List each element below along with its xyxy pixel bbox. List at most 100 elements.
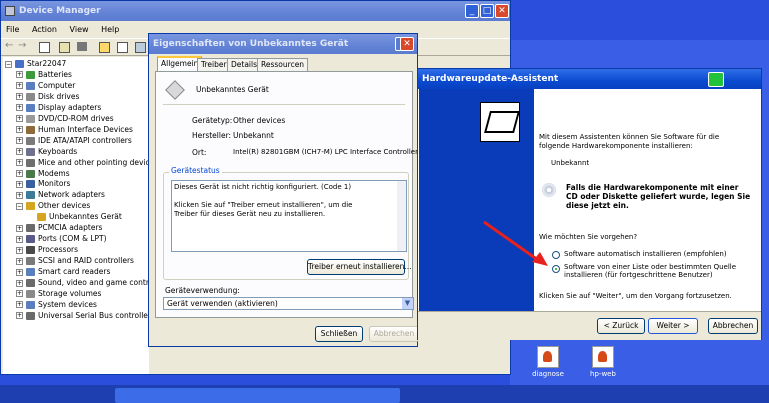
expand-icon[interactable]: + <box>16 191 23 199</box>
tree-item-label: Modems <box>38 168 70 178</box>
maximize-button[interactable]: □ <box>480 4 494 18</box>
reinstall-driver-button[interactable]: Treiber erneut installieren... <box>307 259 412 275</box>
taskbar-item[interactable] <box>115 388 400 403</box>
expand-icon[interactable]: + <box>16 159 23 167</box>
close-dialog-button[interactable]: Schließen <box>315 326 363 342</box>
tree-item[interactable]: + Modems <box>16 169 70 180</box>
expand-icon[interactable]: + <box>16 257 23 265</box>
expand-icon[interactable]: + <box>16 104 23 112</box>
tree-item[interactable]: + Mice and other pointing devices <box>16 158 158 169</box>
expand-icon[interactable]: + <box>16 279 23 287</box>
collapse-icon[interactable]: − <box>5 60 12 68</box>
expand-icon[interactable]: + <box>16 93 23 101</box>
radio-auto-install[interactable] <box>552 251 560 259</box>
tree-item[interactable]: + SCSI and RAID controllers <box>16 256 134 267</box>
tree-item[interactable]: + Network adapters <box>16 190 105 201</box>
tree-item[interactable]: − Other devices <box>16 201 90 212</box>
tree-item[interactable]: + Smart card readers <box>16 267 110 278</box>
properties-titlebar[interactable]: Eigenschaften von Unbekanntes Gerät <box>149 34 417 54</box>
wizard-question: Wie möchten Sie vorgehen? <box>539 233 638 241</box>
back-button[interactable]: < Zurück <box>597 318 645 334</box>
status-line-1: Dieses Gerät ist nicht richtig konfiguri… <box>174 183 352 191</box>
expand-icon[interactable]: + <box>16 180 23 188</box>
expand-icon[interactable]: + <box>16 126 23 134</box>
expand-icon[interactable]: + <box>16 246 23 254</box>
tree-item[interactable]: + Computer <box>16 81 75 92</box>
tab-details[interactable]: Details <box>227 58 262 71</box>
device-category-icon <box>26 224 35 233</box>
next-button[interactable]: Weiter > <box>648 318 698 334</box>
expand-icon[interactable]: + <box>16 148 23 156</box>
tree-item[interactable]: + Monitors <box>16 179 70 190</box>
expand-icon[interactable]: + <box>16 301 23 309</box>
annotation-arrow <box>483 220 548 266</box>
expand-icon[interactable]: + <box>16 224 23 232</box>
view-icon[interactable] <box>117 42 128 53</box>
wizard-title: Hardwareupdate-Assistent <box>422 74 559 84</box>
tree-item[interactable]: + Display adapters <box>16 103 101 114</box>
usage-select[interactable]: Gerät verwenden (aktivieren) ▼ <box>163 297 414 310</box>
status-scrollbar[interactable] <box>397 181 406 251</box>
tree-item[interactable]: + Batteries <box>16 70 72 81</box>
properties-dialog: Eigenschaften von Unbekanntes Gerät ? ✕ … <box>148 33 423 347</box>
help-icon[interactable] <box>99 42 110 53</box>
tab-allgemein[interactable]: Allgemein <box>157 56 203 71</box>
minimize-button[interactable]: _ <box>465 4 479 18</box>
expand-icon[interactable]: + <box>16 115 23 123</box>
tab-treiber[interactable]: Treiber <box>197 58 231 71</box>
tree-item[interactable]: + Human Interface Devices <box>16 125 133 136</box>
wizard-cd-hint: Falls die Hardwarekomponente mit einer C… <box>566 183 751 210</box>
tree-item[interactable]: + System devices <box>16 300 97 311</box>
chevron-down-icon[interactable]: ▼ <box>402 298 413 309</box>
tree-item[interactable]: + PCMCIA adapters <box>16 223 102 234</box>
radio-list-install[interactable] <box>552 265 560 273</box>
desktop-icon-hp-web[interactable]: hp-web <box>586 346 620 378</box>
expand-icon[interactable]: + <box>16 82 23 90</box>
back-icon[interactable]: ← <box>5 40 13 51</box>
usage-label: Geräteverwendung: <box>165 286 240 295</box>
tree-item[interactable]: + Universal Serial Bus controllers <box>16 311 155 322</box>
tree-item-label: Unbekanntes Gerät <box>49 212 122 222</box>
properties-close-button[interactable]: ✕ <box>400 37 414 51</box>
type-value: Other devices <box>233 116 286 125</box>
menu-file[interactable]: File <box>6 25 19 34</box>
expand-icon[interactable]: + <box>16 312 23 320</box>
close-button[interactable]: ✕ <box>495 4 509 18</box>
properties-icon[interactable] <box>59 42 70 53</box>
device-manager-titlebar[interactable]: Device Manager <box>1 1 510 21</box>
expand-icon[interactable]: + <box>16 290 23 298</box>
tree-item[interactable]: + Processors <box>16 245 78 256</box>
tree-item[interactable]: + Keyboards <box>16 147 77 158</box>
expand-icon[interactable]: + <box>16 71 23 79</box>
tree-item[interactable]: Unbekanntes Gerät <box>27 212 122 223</box>
expand-icon[interactable]: + <box>16 170 23 177</box>
hardware-wizard-window: Hardwareupdate-Assistent Mit diesem Assi… <box>417 68 762 340</box>
tab-ressourcen[interactable]: Ressourcen <box>257 58 309 71</box>
scan-icon[interactable] <box>135 42 146 53</box>
tree-item[interactable]: + Storage volumes <box>16 289 101 300</box>
forward-icon[interactable]: → <box>18 40 26 51</box>
usage-select-value: Gerät verwenden (aktivieren) <box>167 299 278 308</box>
desktop-icon-diagnose-label: diagnose <box>532 370 564 378</box>
menu-view[interactable]: View <box>70 25 89 34</box>
tree-item-label: Keyboards <box>38 146 78 156</box>
console-tree-icon[interactable] <box>39 42 50 53</box>
device-category-icon <box>26 136 35 145</box>
expand-icon[interactable]: + <box>16 137 23 145</box>
diagnose-icon <box>537 346 559 368</box>
tree-item[interactable]: + Ports (COM & LPT) <box>16 234 107 245</box>
print-icon[interactable] <box>77 42 87 51</box>
tree-item[interactable]: + Disk drives <box>16 92 79 103</box>
tree-item[interactable]: + Sound, video and game controll <box>16 278 158 289</box>
desktop-icon-diagnose[interactable]: diagnose <box>531 346 565 378</box>
device-category-icon <box>26 257 35 266</box>
menu-action[interactable]: Action <box>32 25 57 34</box>
collapse-icon[interactable]: − <box>16 202 23 210</box>
menu-help[interactable]: Help <box>101 25 119 34</box>
tree-item[interactable]: + DVD/CD-ROM drives <box>16 114 114 125</box>
tree-item[interactable]: − Star22047 <box>5 59 66 70</box>
expand-icon[interactable]: + <box>16 235 23 243</box>
wizard-cancel-button[interactable]: Abbrechen <box>708 318 758 334</box>
expand-icon[interactable]: + <box>16 268 23 276</box>
tree-item[interactable]: + IDE ATA/ATAPI controllers <box>16 136 132 147</box>
